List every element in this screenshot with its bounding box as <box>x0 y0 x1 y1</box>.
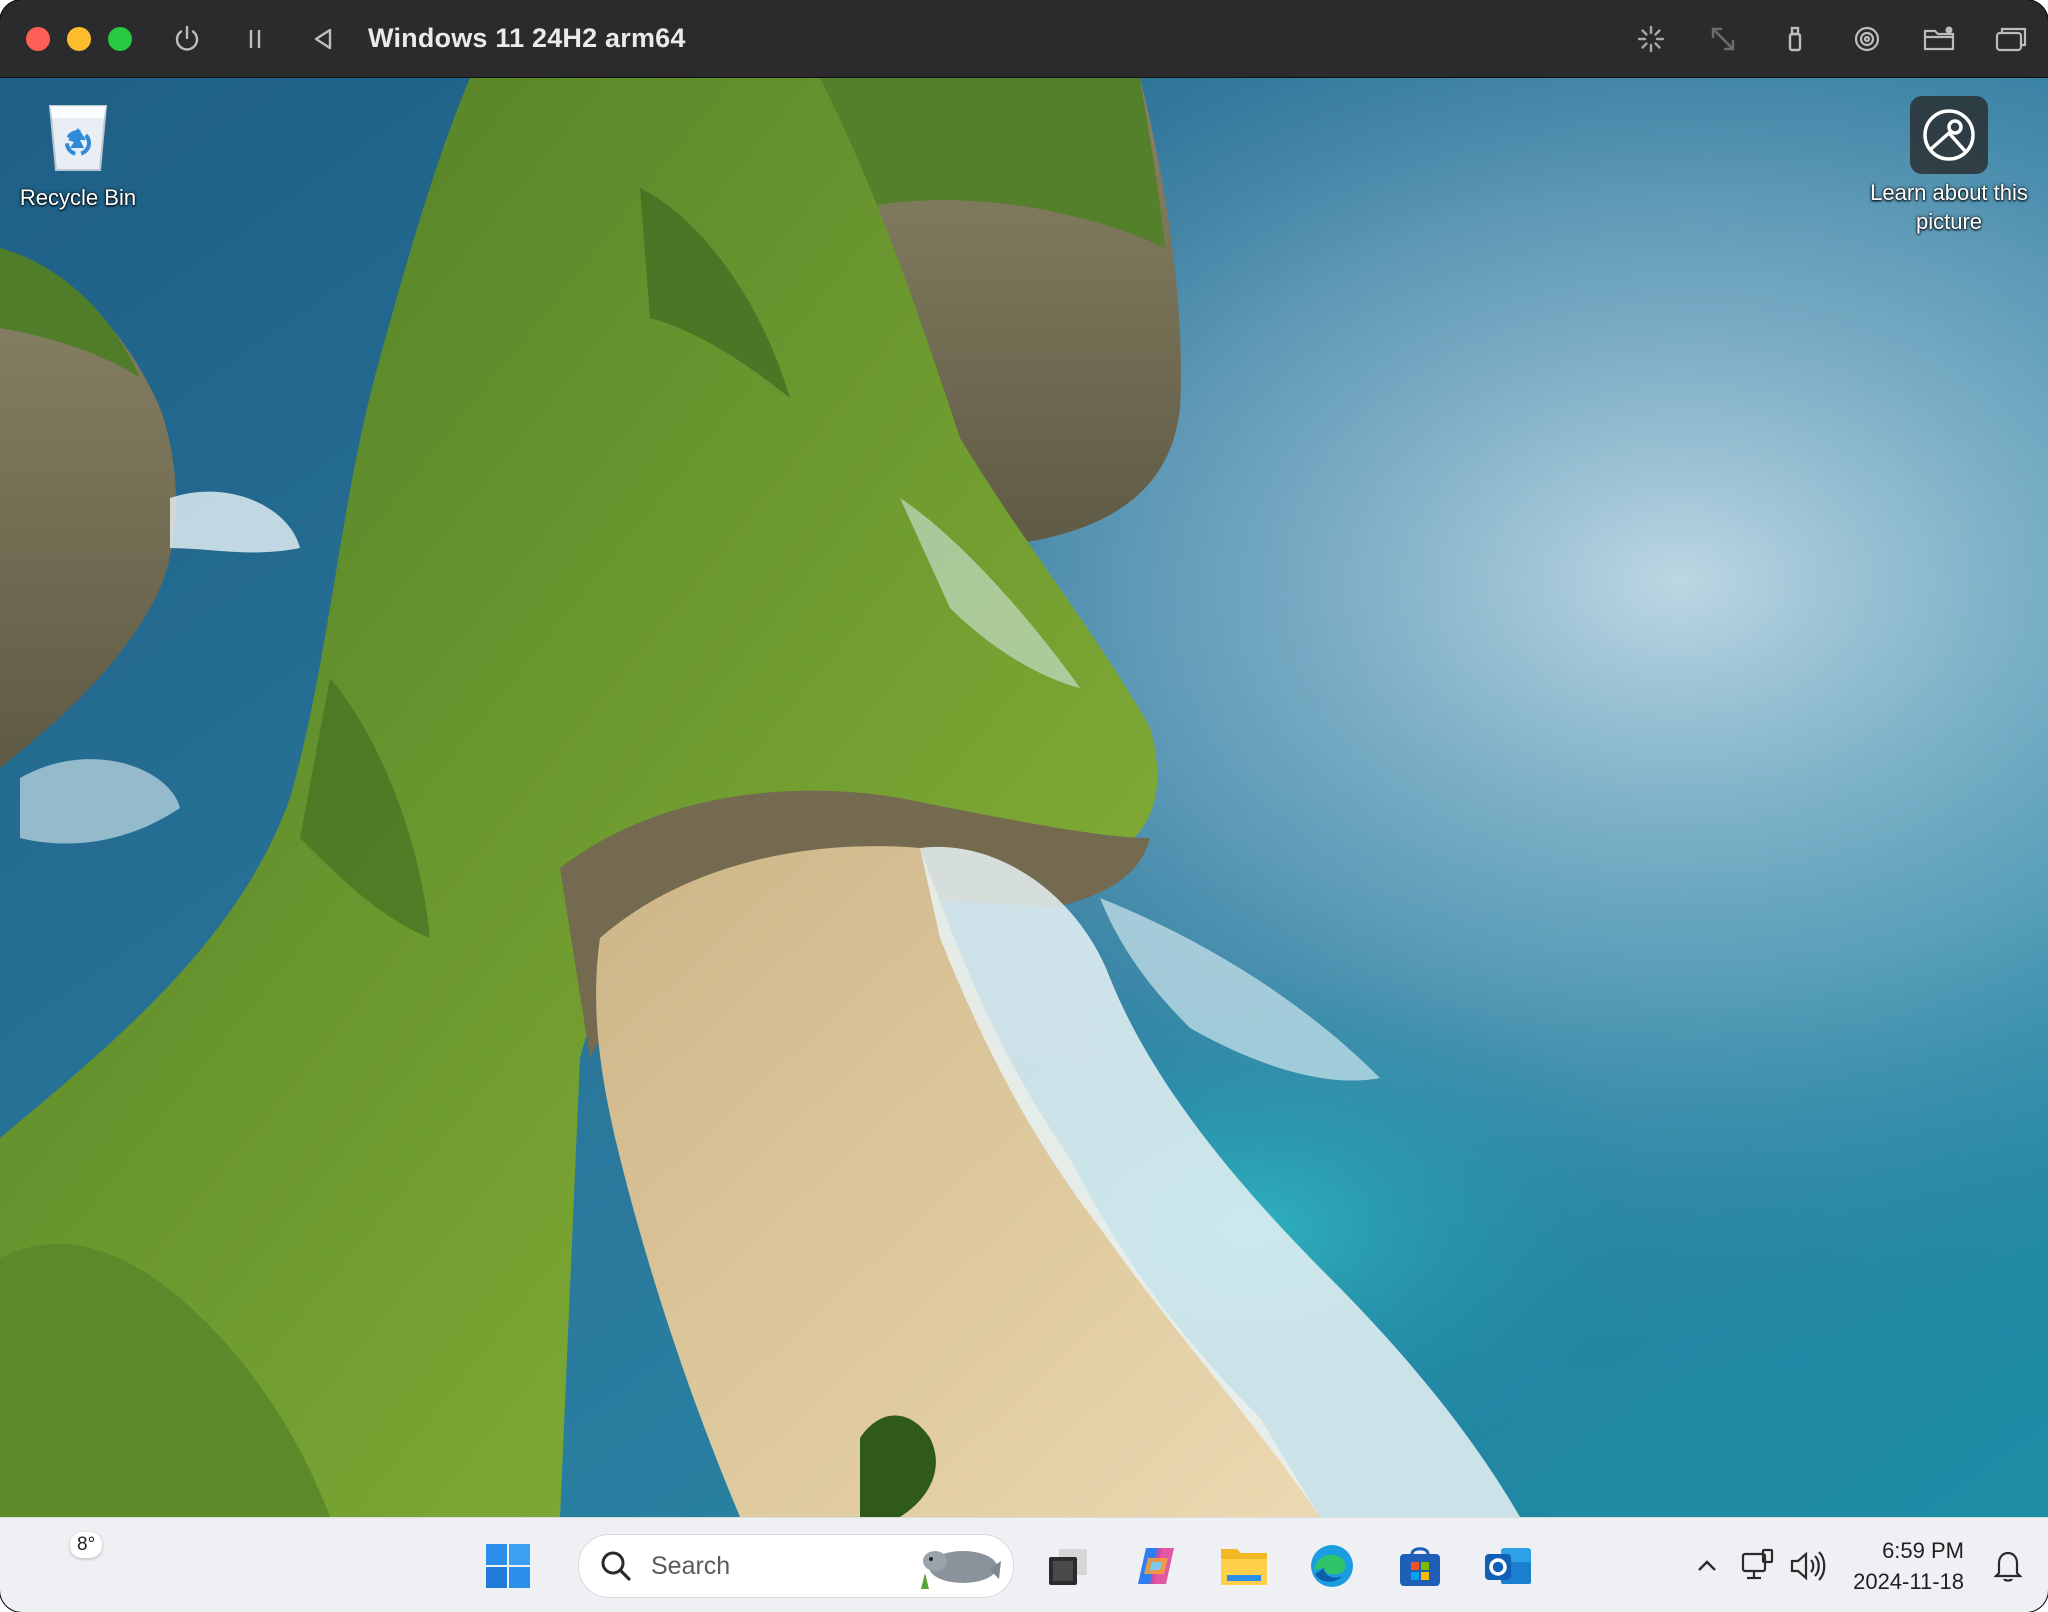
window-title: Windows 11 24H2 arm64 <box>368 23 686 53</box>
wallpaper-image <box>0 78 2048 1517</box>
close-button[interactable] <box>26 26 50 51</box>
notification-bell-icon[interactable] <box>1986 1544 2030 1588</box>
store-icon <box>1400 1547 1440 1586</box>
search-icon <box>601 1551 631 1581</box>
recycle-bin-label: Recycle Bin <box>19 185 137 210</box>
minimize-button[interactable] <box>67 26 91 51</box>
outlook-icon <box>1485 1548 1531 1584</box>
learn-picture-label: Learn about this picture <box>1870 180 2028 234</box>
weather-temperature: 8° <box>70 1532 103 1558</box>
clock[interactable]: 6:59 PM 2024-11-18 <box>1853 1535 1964 1597</box>
desktop[interactable]: Recycle Bin Learn about this picture <box>0 78 2048 1517</box>
taskbar-apps: Search <box>476 1534 1564 1598</box>
folder-icon[interactable] <box>1920 20 1958 58</box>
zoom-button[interactable] <box>108 26 132 51</box>
clock-date: 2024-11-18 <box>1853 1568 1964 1594</box>
usb-icon[interactable] <box>1776 20 1814 58</box>
search-highlight-manatee-icon <box>921 1551 1001 1589</box>
file-explorer-icon <box>1221 1549 1267 1585</box>
start-icon <box>486 1544 530 1588</box>
store-button[interactable] <box>1388 1534 1452 1598</box>
vm-window: Windows 11 24H2 arm64 Recycle Bin Learn … <box>0 0 2048 1612</box>
recycle-bin-icon <box>48 105 108 171</box>
power-icon[interactable] <box>170 22 204 56</box>
taskbar-search-box[interactable]: Search <box>578 1534 1014 1598</box>
network-icon[interactable] <box>1735 1544 1779 1588</box>
taskbar: 8° Search 6:59 PM 2024-11-18 <box>0 1517 2048 1612</box>
copilot-icon <box>1138 1548 1174 1584</box>
edge-button[interactable] <box>1300 1534 1364 1598</box>
copilot-button[interactable] <box>1124 1534 1188 1598</box>
window-icon[interactable] <box>1992 20 2030 58</box>
traffic-lights <box>26 26 132 51</box>
system-tray: 6:59 PM 2024-11-18 <box>1685 1518 2048 1612</box>
outlook-button[interactable] <box>1476 1534 1540 1598</box>
vm-controls <box>170 22 340 56</box>
learn-picture-icon <box>1910 96 1988 174</box>
spinner-icon[interactable] <box>1632 20 1670 58</box>
learn-about-picture-shortcut[interactable]: Learn about this picture <box>1868 96 2030 236</box>
file-explorer-button[interactable] <box>1212 1534 1276 1598</box>
title-bar: Windows 11 24H2 arm64 <box>0 0 2048 78</box>
recycle-bin-shortcut[interactable]: Recycle Bin <box>8 96 148 212</box>
resize-icon[interactable] <box>1704 20 1742 58</box>
search-placeholder: Search <box>651 1551 731 1580</box>
start-button[interactable] <box>476 1534 540 1598</box>
edge-icon <box>1311 1545 1353 1587</box>
chevron-up-icon[interactable] <box>1685 1544 1729 1588</box>
back-icon[interactable] <box>306 22 340 56</box>
weather-widget[interactable]: 8° <box>36 1532 106 1592</box>
window-toolbar <box>1632 20 2030 58</box>
volume-icon[interactable] <box>1785 1544 1829 1588</box>
task-view-icon <box>1049 1549 1087 1585</box>
disc-icon[interactable] <box>1848 20 1886 58</box>
clock-time: 6:59 PM <box>1882 1537 1964 1563</box>
task-view-button[interactable] <box>1036 1534 1100 1598</box>
pause-icon[interactable] <box>238 22 272 56</box>
